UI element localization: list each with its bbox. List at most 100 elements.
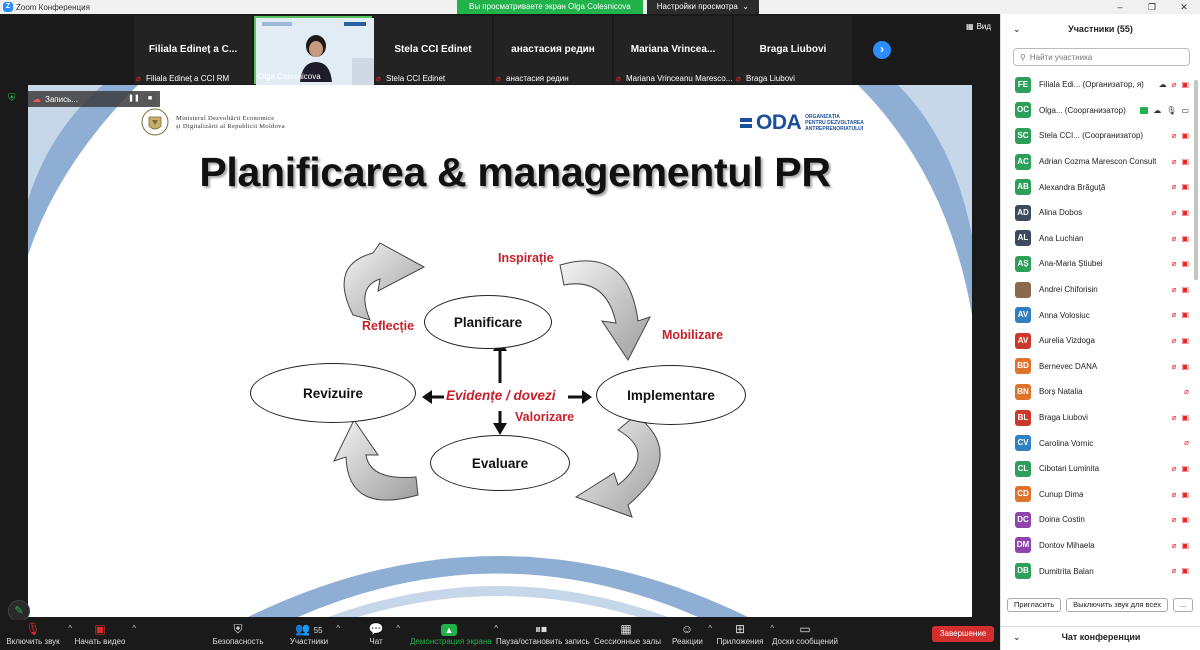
mic-muted-icon: ⌀	[136, 73, 141, 83]
search-icon: ⚲	[1020, 52, 1026, 62]
video-off-icon: ▣	[1181, 540, 1189, 550]
status-icons: ⌀ ▣	[1172, 310, 1189, 319]
participant-row[interactable]: AC Adrian Cozma Marescon Consult ⌀ ▣	[1001, 149, 1193, 175]
participant-row[interactable]: AL Ana Luchian ⌀ ▣	[1001, 226, 1193, 252]
chat-button[interactable]: 💬 Чат ^	[362, 620, 400, 650]
participant-row[interactable]: BL Braga Liubovi ⌀ ▣	[1001, 405, 1193, 431]
people-icon: 👥 55	[295, 622, 323, 636]
next-page-arrow-icon[interactable]: ›	[873, 41, 891, 59]
close-icon[interactable]: ✕	[1168, 0, 1200, 14]
participant-row[interactable]: FE Filiala Edi... (Организатор, я) ☁ ⌀ ▣	[1001, 72, 1193, 98]
status-icons: ☁ 🎙 ▭	[1140, 106, 1189, 115]
participant-tile-video[interactable]: Olga Colesnicova	[254, 16, 374, 86]
participant-row[interactable]: CV Carolina Vornic ⌀	[1001, 430, 1193, 456]
status-icons: ⌀ ▣	[1172, 208, 1189, 217]
view-button[interactable]: ▦ Вид	[966, 22, 991, 31]
participant-row[interactable]: CD Cunup Dima ⌀ ▣	[1001, 482, 1193, 508]
end-meeting-button[interactable]: Завершение	[932, 626, 994, 642]
mic-muted-icon: ⌀	[1171, 310, 1177, 320]
reactions-button[interactable]: ☺ Реакции ^	[672, 620, 712, 650]
participant-row[interactable]: DM Dontov Mihaela ⌀ ▣	[1001, 533, 1193, 559]
status-icons: ☁ ⌀ ▣	[1159, 80, 1189, 89]
participant-row[interactable]: AB Alexandra Brăguță ⌀ ▣	[1001, 174, 1193, 200]
meeting-chat-header[interactable]: ⌄ Чат конференции	[1001, 626, 1200, 650]
arrow-left-icon	[422, 390, 432, 404]
encryption-shield-icon[interactable]: ⛨	[8, 94, 18, 104]
participant-list: FE Filiala Edi... (Организатор, я) ☁ ⌀ ▣ OC O…	[1001, 72, 1193, 600]
participants-button[interactable]: 👥 55 Участники ^	[288, 620, 340, 650]
mic-muted-icon: ⌀	[1171, 156, 1177, 166]
share-screen-button[interactable]: ▲ Демонстрация экрана ^	[410, 620, 498, 650]
video-off-icon: ▣	[1181, 412, 1189, 422]
breakout-rooms-button[interactable]: ▦ Сессионные залы	[594, 620, 661, 650]
avatar: AV	[1015, 332, 1031, 349]
pause-recording-icon[interactable]: ❚❚	[128, 93, 140, 105]
participant-row[interactable]: Andrei Chiforisin ⌀ ▣	[1001, 277, 1193, 303]
participant-row[interactable]: BD Bernevec DANA ⌀ ▣	[1001, 354, 1193, 380]
avatar: AȘ	[1015, 255, 1031, 272]
participant-tile[interactable]: Filiala Edineț a C... ⌀ Filiala Edineț a …	[134, 16, 252, 84]
participants-panel: ⌄ Участники (55) ⚲ Найти участника FE Fil…	[1000, 14, 1200, 650]
pause-stop-recording-button[interactable]: ⏸⏹ Пауза/остановить запись	[496, 620, 590, 650]
cloud-record-icon: ☁	[32, 93, 41, 104]
participant-list-scrollbar[interactable]	[1194, 80, 1198, 280]
mic-muted-icon: ⌀	[1171, 540, 1177, 550]
status-icons: ⌀ ▣	[1172, 157, 1189, 166]
participant-row[interactable]: AV Aurelia Vizdoga ⌀ ▣	[1001, 328, 1193, 354]
video-off-icon: ▣	[1181, 566, 1189, 576]
tile-footer: ⌀ анастасия редин	[496, 73, 569, 83]
video-off-icon: ▣	[94, 622, 106, 636]
mic-muted-icon: ⌀	[1171, 207, 1177, 217]
minimize-icon[interactable]: –	[1104, 0, 1136, 14]
label-reflectie: Reflecție	[362, 319, 415, 333]
participant-row[interactable]: SC Stela CCI... (Соорганизатор) ⌀ ▣	[1001, 123, 1193, 149]
participant-row[interactable]: AD Alina Dobos ⌀ ▣	[1001, 200, 1193, 226]
participant-tile[interactable]: анастасия редин ⌀ анастасия редин	[494, 16, 612, 84]
apps-icon: ⊞	[734, 622, 746, 636]
tile-footer: ⌀ Stela CCI Edinet	[376, 73, 446, 83]
unmute-button[interactable]: 🎙 Включить звук ^	[4, 620, 72, 650]
participant-row[interactable]: AȘ Ana-Maria Știubei ⌀ ▣	[1001, 251, 1193, 277]
participant-tile[interactable]: Braga Liubovi ⌀ Braga Liubovi	[734, 16, 852, 84]
tile-footer: ⌀ Filiala Edineț a CCI RM	[136, 73, 230, 83]
participant-row[interactable]: DC Doina Costin ⌀ ▣	[1001, 507, 1193, 533]
maximize-icon[interactable]: ❐	[1136, 0, 1168, 14]
start-video-button[interactable]: ▣ Начать видео ^	[74, 620, 136, 650]
avatar: AV	[1015, 307, 1031, 324]
participant-row[interactable]: DB Dumitrita Balan ⌀ ▣	[1001, 558, 1193, 584]
participant-row[interactable]: BN Borș Natalia ⌀	[1001, 379, 1193, 405]
label-inspiratie: Inspirație	[498, 251, 554, 265]
whiteboards-button[interactable]: ▭ Доски сообщений	[772, 620, 838, 650]
apps-button[interactable]: ⊞ Приложения ^	[716, 620, 774, 650]
participant-tile[interactable]: Mariana Vrinceа... ⌀ Mariana Vrinceanu Ma…	[614, 16, 732, 84]
security-button[interactable]: ⛨ Безопасность	[212, 620, 264, 650]
status-icons: ⌀ ▣	[1172, 336, 1189, 345]
avatar: AC	[1015, 153, 1031, 170]
participant-row[interactable]: OC Olga... (Соорганизатор) ☁ 🎙 ▭	[1001, 98, 1193, 124]
mic-muted-icon: ⌀	[1171, 80, 1177, 89]
annotate-pen-icon[interactable]: ✎	[8, 600, 30, 622]
video-off-icon: ▣	[1181, 156, 1189, 166]
mic-muted-icon: ⌀	[1171, 463, 1177, 473]
participant-tile[interactable]: Stela CCI Edinet ⌀ Stela CCI Edinet	[374, 16, 492, 84]
more-options-button[interactable]: ...	[1172, 598, 1194, 612]
smiley-icon: ☺	[680, 622, 694, 636]
video-off-icon: ▣	[1181, 361, 1189, 371]
participant-row[interactable]: CL Cibotari Luminita ⌀ ▣	[1001, 456, 1193, 482]
participant-row[interactable]: AV Anna Volosiuc ⌀ ▣	[1001, 302, 1193, 328]
participant-search-input[interactable]: ⚲ Найти участника	[1013, 48, 1190, 66]
meeting-main-area: Filiala Edineț a C... ⌀ Filiala Edineț a …	[0, 14, 1000, 622]
arrow-down-icon	[493, 423, 507, 435]
whiteboard-icon: ▭	[799, 622, 811, 636]
collapse-chevron-icon[interactable]: ⌄	[1013, 627, 1021, 647]
mic-muted-icon: ⌀	[1184, 438, 1189, 448]
invite-button[interactable]: Пригласить	[1007, 598, 1062, 612]
avatar: AL	[1015, 230, 1031, 247]
view-options-button[interactable]: Настройки просмотра ⌄	[646, 0, 759, 14]
avatar: DM	[1015, 537, 1031, 554]
label-valorizare: Valorizare	[515, 410, 575, 424]
mute-all-button[interactable]: Выключить звук для всех	[1066, 598, 1168, 612]
stop-recording-icon[interactable]: ■	[144, 93, 156, 105]
collapse-chevron-icon[interactable]: ⌄	[1013, 24, 1021, 35]
tile-name: Stela CCI Edinet	[394, 44, 472, 55]
